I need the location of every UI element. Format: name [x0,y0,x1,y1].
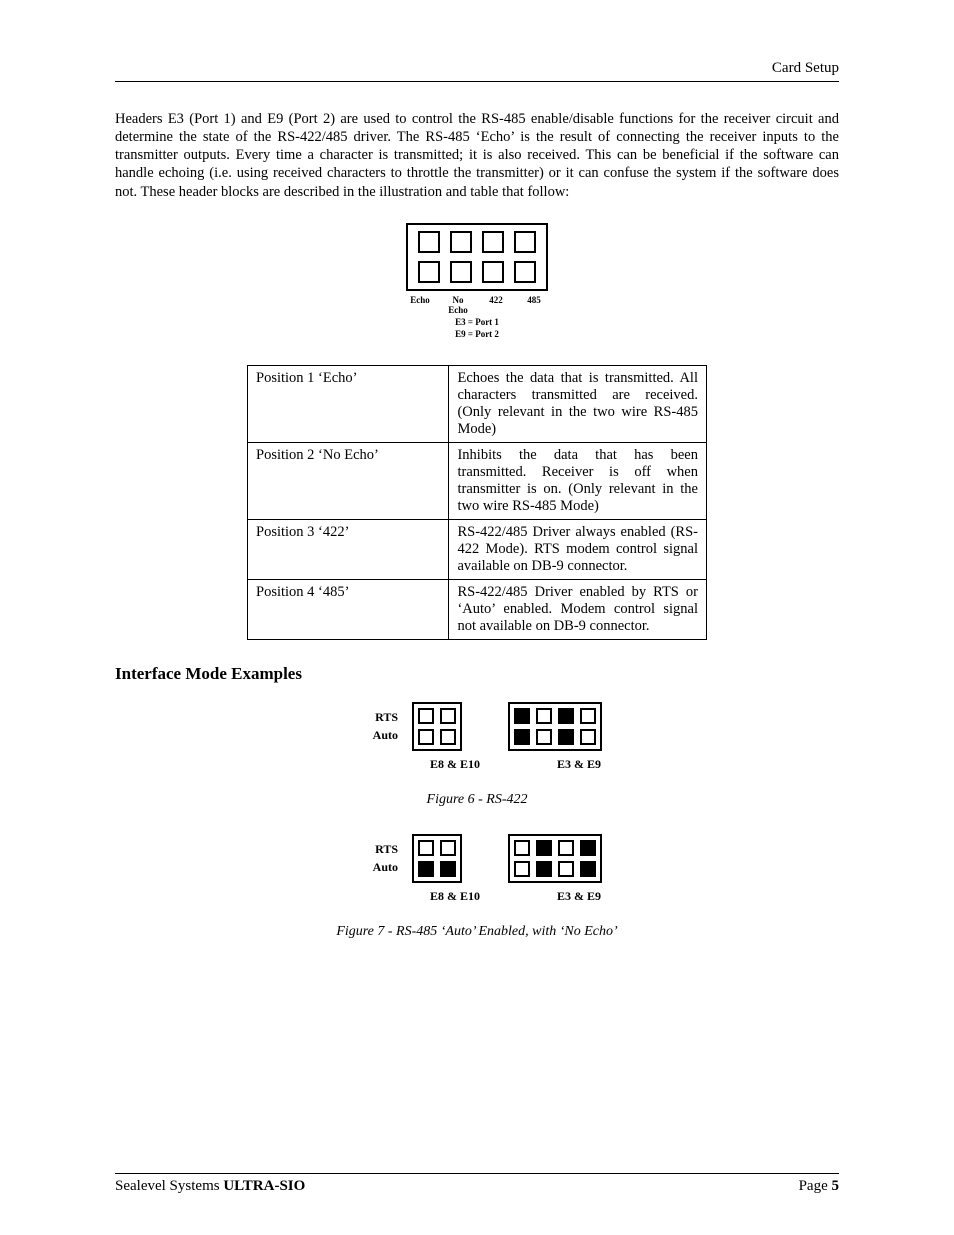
figure7-captions: E8 & E10 E3 & E9 [115,889,839,904]
footer-right: Page 5 [799,1178,839,1195]
section-heading: Interface Mode Examples [115,664,839,684]
jumper-e8e10-icon [412,834,462,883]
footer: Sealevel Systems ULTRA-SIO Page 5 [115,1173,839,1195]
ex-row-labels: RTS Auto [352,708,398,744]
figure6-captions: E8 & E10 E3 & E9 [115,757,839,772]
table-row: Position 4 ‘485’RS-422/485 Driver enable… [248,579,707,639]
jumper-e3e9-icon [508,702,602,751]
main-jumper-block: Echo No Echo 422 485 E3 = Port 1 E9 = Po… [115,223,839,339]
figure6-caption: Figure 6 - RS-422 [115,792,839,808]
jumper-sub1: E3 = Port 1 [455,317,499,327]
footer-left: Sealevel Systems ULTRA-SIO [115,1178,305,1195]
table-row: Position 3 ‘422’RS-422/485 Driver always… [248,519,707,579]
figure6-row: RTS Auto [115,702,839,751]
ex-row-labels: RTS Auto [352,840,398,876]
header-section: Card Setup [115,60,839,77]
figure7-row: RTS Auto [115,834,839,883]
table-row: Position 1 ‘Echo’Echoes the data that is… [248,365,707,442]
jumper-e8e10-icon [412,702,462,751]
jumper-sub2: E9 = Port 2 [455,329,499,339]
jumper-e3e9-icon [508,834,602,883]
figure7-caption: Figure 7 - RS-485 ‘Auto’ Enabled, with ‘… [115,924,839,940]
table-row: Position 2 ‘No Echo’Inhibits the data th… [248,442,707,519]
intro-paragraph: Headers E3 (Port 1) and E9 (Port 2) are … [115,110,839,201]
jumper-col-labels: Echo No Echo 422 485 [407,295,547,315]
position-table: Position 1 ‘Echo’Echoes the data that is… [247,365,707,640]
header-rule [115,81,839,82]
jumper-diagram-icon [406,223,548,291]
